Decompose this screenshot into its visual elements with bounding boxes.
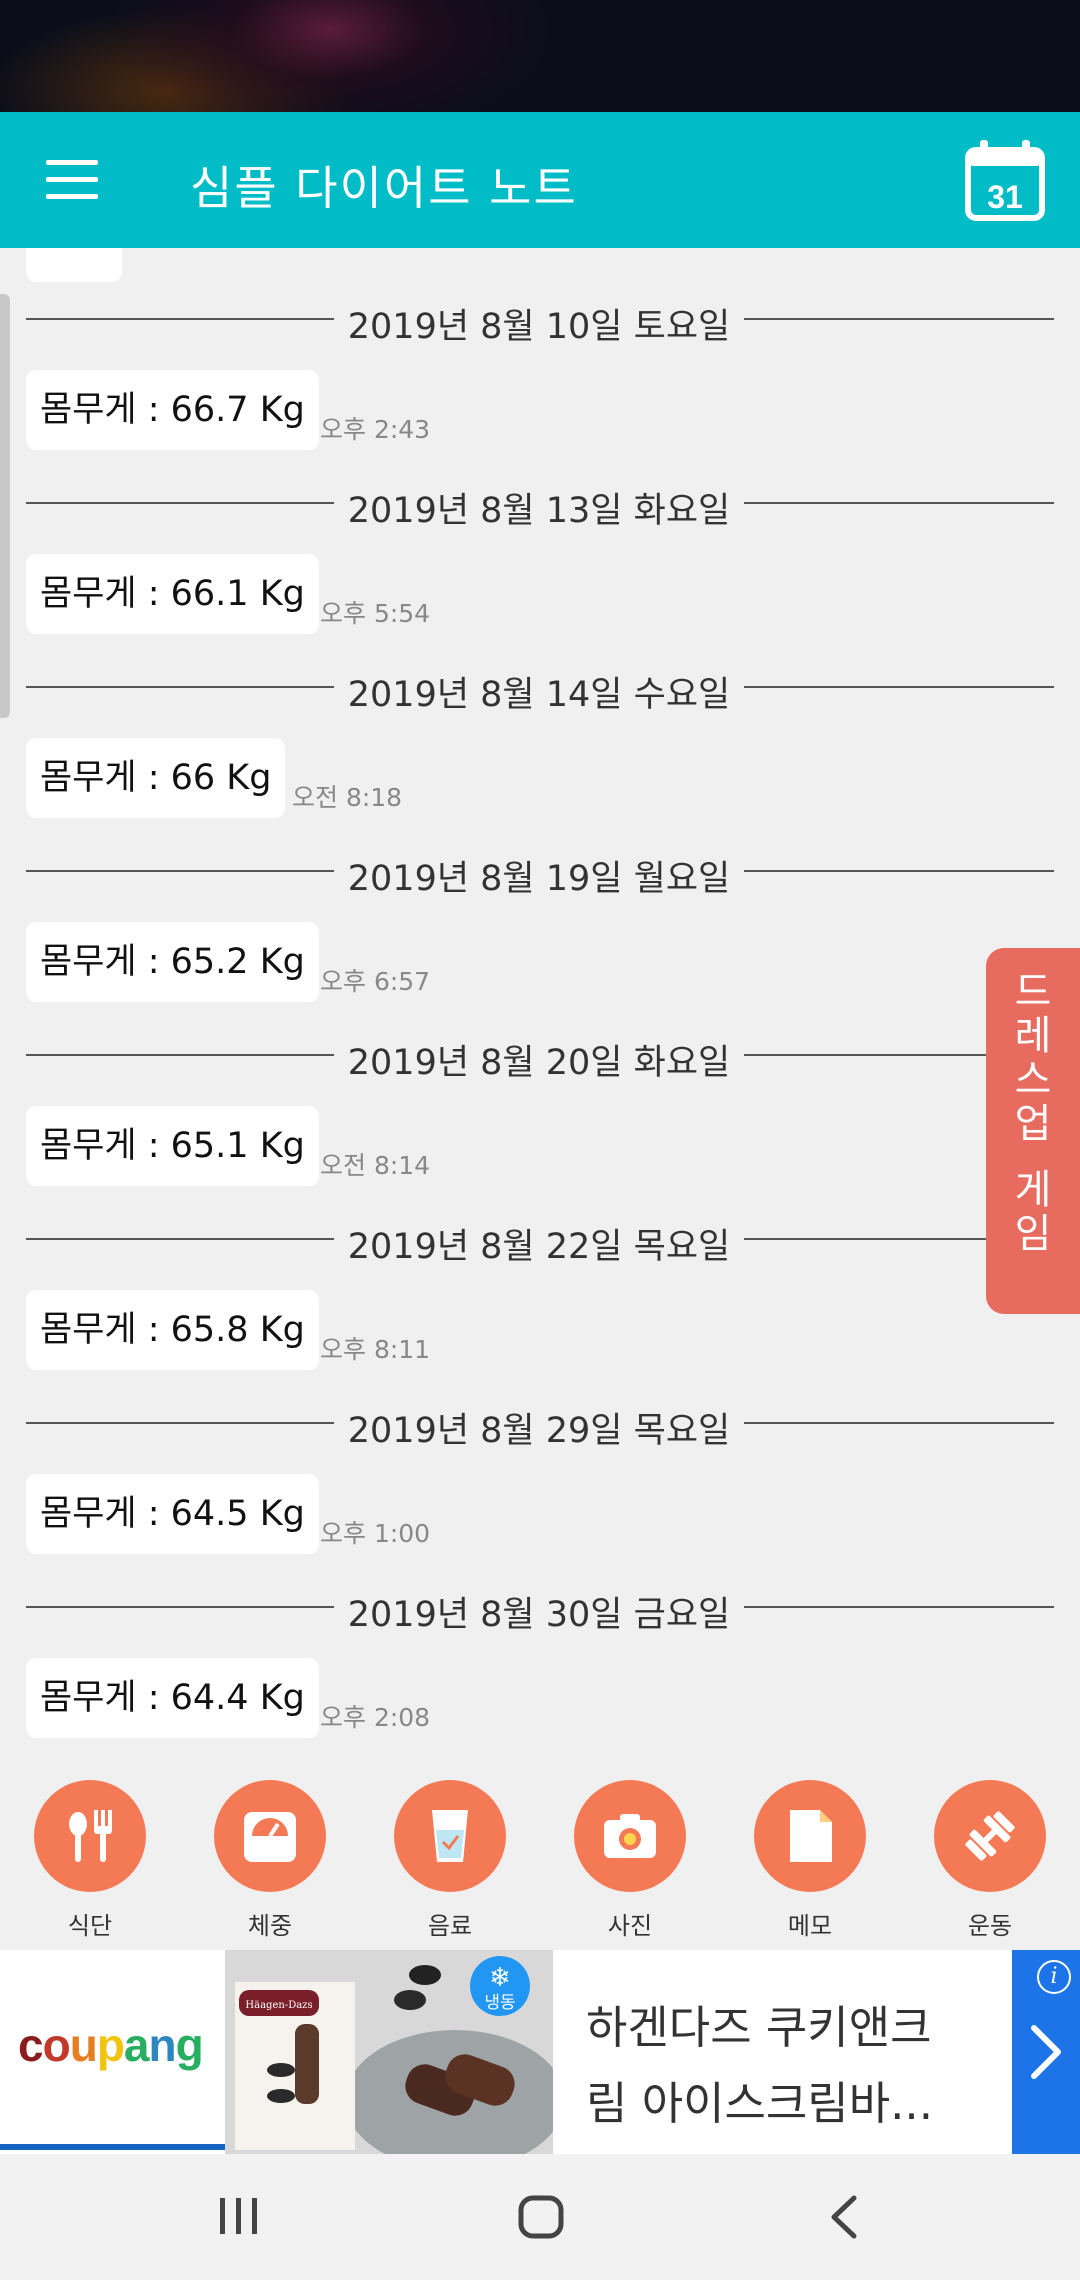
date-separator: 2019년 8월 30일 금요일 — [0, 1576, 1080, 1636]
ad-text: 하겐다즈 쿠키앤크 림 아이스크림바... — [586, 1990, 986, 2142]
weight-entry[interactable]: 몸무게 : 66 Kg — [26, 738, 286, 818]
ad-underline — [0, 2144, 225, 2150]
coupang-logo: coupang — [18, 2018, 204, 2072]
nav-label: 사진 — [607, 1912, 653, 1940]
ad-banner[interactable]: coupang Häagen-Dazs ❄ 냉동 하겐다즈 쿠키앤크 림 아이스… — [0, 1950, 1080, 2154]
memo-icon — [754, 1780, 866, 1892]
status-bar — [0, 0, 1080, 112]
weight-log-list[interactable]: 2019년 8월 10일 토요일 몸무게 : 66.7 Kg 오후 2:43 2… — [0, 248, 1080, 1770]
fork-spoon-icon — [34, 1780, 146, 1892]
nav-meal-button[interactable]: 식단 — [20, 1780, 160, 1941]
hamburger-menu-icon[interactable] — [46, 160, 98, 200]
weight-entry[interactable]: 몸무게 : 65.2 Kg — [26, 922, 319, 1002]
entry-time: 오후 2:08 — [320, 1703, 431, 1732]
entry-time: 오후 8:11 — [320, 1335, 431, 1364]
entry-time: 오전 8:18 — [292, 783, 403, 812]
cup-icon — [394, 1780, 506, 1892]
nav-drink-button[interactable]: 음료 — [380, 1780, 520, 1941]
date-text: 2019년 8월 10일 토요일 — [347, 307, 731, 347]
date-separator: 2019년 8월 19일 월요일 — [0, 840, 1080, 900]
date-separator: 2019년 8월 22일 목요일 — [0, 1208, 1080, 1268]
dumbbell-icon — [934, 1780, 1046, 1892]
weight-entry[interactable]: 몸무게 : 64.4 Kg — [26, 1658, 319, 1738]
calendar-icon[interactable]: 31 — [964, 138, 1046, 222]
nav-label: 운동 — [967, 1912, 1013, 1940]
side-banner-line2: 게임 — [1014, 1167, 1052, 1257]
date-separator: 2019년 8월 10일 토요일 — [0, 288, 1080, 348]
scale-icon — [214, 1780, 326, 1892]
recent-apps-icon[interactable] — [216, 2196, 262, 2236]
date-text: 2019년 8월 19일 월요일 — [347, 859, 731, 899]
camera-icon — [574, 1780, 686, 1892]
nav-label: 메모 — [787, 1912, 833, 1940]
nav-exercise-button[interactable]: 운동 — [920, 1780, 1060, 1941]
back-icon[interactable] — [824, 2194, 864, 2240]
date-separator: 2019년 8월 20일 화요일 — [0, 1024, 1080, 1084]
weight-entry[interactable]: 몸무게 : 65.8 Kg — [26, 1290, 319, 1370]
bottom-nav: 식단 체중 음료 사진 메모 운동 — [0, 1770, 1080, 1950]
app-title: 심플 다이어트 노트 — [190, 161, 578, 215]
side-banner-line1: 드레스업 — [1014, 969, 1052, 1147]
frozen-badge: 냉동 — [484, 1993, 515, 2013]
nav-memo-button[interactable]: 메모 — [740, 1780, 880, 1941]
nav-label: 음료 — [427, 1912, 473, 1940]
ad-product-image: Häagen-Dazs ❄ 냉동 — [225, 1950, 565, 2154]
date-text: 2019년 8월 22일 목요일 — [347, 1227, 731, 1267]
nav-photo-button[interactable]: 사진 — [560, 1780, 700, 1941]
weight-entry[interactable]: 몸무게 : 66.1 Kg — [26, 554, 319, 634]
nav-label: 식단 — [67, 1912, 113, 1940]
scrollbar[interactable] — [0, 294, 10, 718]
entry-card-partial — [26, 248, 122, 282]
date-separator: 2019년 8월 13일 화요일 — [0, 472, 1080, 532]
system-navigation-bar — [0, 2154, 1080, 2280]
home-icon[interactable] — [517, 2194, 565, 2240]
dress-up-game-banner[interactable]: 드레스업 게임 — [986, 948, 1080, 1314]
date-text: 2019년 8월 14일 수요일 — [347, 675, 731, 715]
app-bar: 심플 다이어트 노트 31 — [0, 112, 1080, 248]
date-separator: 2019년 8월 29일 목요일 — [0, 1392, 1080, 1452]
date-text: 2019년 8월 29일 목요일 — [347, 1411, 731, 1451]
ad-text-line2: 림 아이스크림바... — [586, 2077, 934, 2130]
weight-entry[interactable]: 몸무게 : 65.1 Kg — [26, 1106, 319, 1186]
entry-time: 오후 6:57 — [320, 967, 431, 996]
weight-entry[interactable]: 몸무게 : 64.5 Kg — [26, 1474, 319, 1554]
nav-weight-button[interactable]: 체중 — [200, 1780, 340, 1941]
ad-brand: coupang — [18, 2019, 204, 2071]
entry-time: 오후 5:54 — [320, 599, 431, 628]
entry-time: 오후 1:00 — [320, 1519, 431, 1548]
weight-entry[interactable]: 몸무게 : 66.7 Kg — [26, 370, 319, 450]
nav-label: 체중 — [247, 1912, 293, 1940]
calendar-day-text: 31 — [987, 179, 1023, 215]
entry-time: 오후 2:43 — [320, 415, 431, 444]
ad-info-icon[interactable]: i — [1037, 1960, 1071, 1994]
product-brand-label: Häagen-Dazs — [245, 2000, 312, 2011]
date-separator: 2019년 8월 14일 수요일 — [0, 656, 1080, 716]
date-text: 2019년 8월 20일 화요일 — [347, 1043, 731, 1083]
date-text: 2019년 8월 30일 금요일 — [347, 1595, 731, 1635]
svg-text:❄: ❄ — [489, 1963, 511, 1993]
date-text: 2019년 8월 13일 화요일 — [347, 491, 731, 531]
ad-text-line1: 하겐다즈 쿠키앤크 — [586, 2001, 932, 2054]
entry-time: 오전 8:14 — [320, 1151, 431, 1180]
